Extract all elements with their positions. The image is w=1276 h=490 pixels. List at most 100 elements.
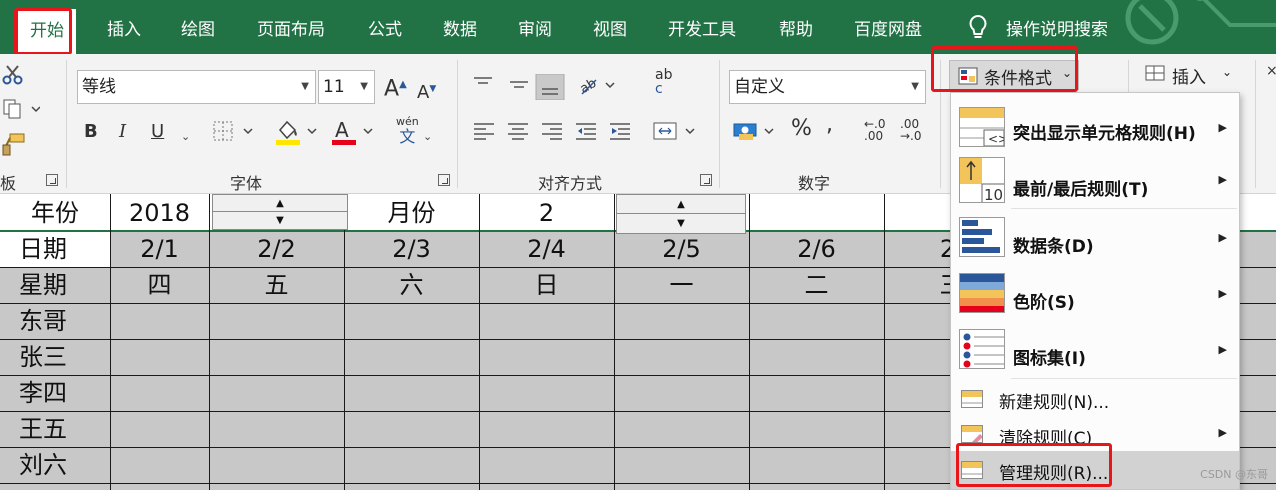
underline-button[interactable]: U <box>151 121 164 143</box>
tab-review[interactable]: 审阅 <box>518 0 552 54</box>
clipboard-launcher-icon[interactable] <box>46 174 58 186</box>
menu-separator <box>1011 208 1237 209</box>
lightbulb-icon[interactable] <box>968 14 988 46</box>
tab-view[interactable]: 视图 <box>593 0 627 54</box>
tab-baidu-netdisk[interactable]: 百度网盘 <box>854 0 922 54</box>
chevron-down-icon[interactable]: ⌄ <box>181 126 190 148</box>
watermark-text: CSDN @东哥 <box>1200 468 1268 481</box>
comma-style-button[interactable]: , <box>826 114 833 136</box>
spin-down-icon[interactable]: ▼ <box>213 212 347 229</box>
date-cell[interactable]: 2/5 <box>614 232 749 266</box>
name-cell[interactable]: 刘六 <box>0 448 98 482</box>
copy-icon[interactable] <box>2 98 41 126</box>
date-label-cell[interactable]: 日期 <box>0 232 98 266</box>
group-separator <box>66 60 67 188</box>
weekday-cell[interactable]: 一 <box>614 268 749 302</box>
date-cell[interactable]: 2/2 <box>209 232 344 266</box>
date-cell[interactable]: 2/4 <box>479 232 614 266</box>
submenu-arrow-icon: ▶ <box>1218 343 1227 356</box>
svg-text:<>: <> <box>988 132 1005 146</box>
menu-item-color-scales[interactable]: 色阶(S) ▶ <box>951 269 1239 325</box>
insert-cells-icon <box>1145 65 1165 81</box>
chevron-down-icon[interactable]: ⌄ <box>423 126 432 148</box>
borders-icon[interactable] <box>212 120 256 148</box>
tab-page-layout[interactable]: 页面布局 <box>257 0 325 54</box>
font-color-icon[interactable]: A <box>332 118 378 152</box>
tab-draw[interactable]: 绘图 <box>181 0 215 54</box>
month-value-cell[interactable]: 2 <box>479 196 614 230</box>
year-value-cell[interactable]: 2018 <box>110 196 209 230</box>
menu-item-new-rule[interactable]: 新建规则(N)... <box>951 381 1239 417</box>
align-left-icon[interactable] <box>472 120 636 148</box>
conditional-formatting-button[interactable]: 条件格式 ⌄ <box>949 60 1079 90</box>
fill-color-icon[interactable] <box>274 118 322 152</box>
tab-insert[interactable]: 插入 <box>107 0 141 54</box>
grow-font-icon[interactable]: A▲ <box>384 74 407 100</box>
percent-style-button[interactable]: % <box>791 118 812 140</box>
weekday-cell[interactable]: 日 <box>479 268 614 302</box>
tab-help[interactable]: 帮助 <box>779 0 813 54</box>
tab-developer[interactable]: 开发工具 <box>668 0 736 54</box>
year-label-cell[interactable]: 年份 <box>0 196 110 230</box>
search-label[interactable]: 操作说明搜索 <box>1006 0 1108 54</box>
orientation-icon[interactable]: ab <box>578 74 618 104</box>
shrink-font-icon[interactable]: A▼ <box>417 78 436 104</box>
increase-decimal-button[interactable]: ←.0 .00 <box>864 118 886 142</box>
spin-up-icon[interactable]: ▲ <box>617 195 745 214</box>
menu-item-highlight-cells-rules[interactable]: <> 突出显示单元格规则(H) ▶ <box>951 99 1239 155</box>
number-format-combo[interactable]: 自定义 ▼ <box>729 70 926 104</box>
tab-data[interactable]: 数据 <box>443 0 477 54</box>
manage-rules-icon <box>961 461 983 479</box>
month-label-cell[interactable]: 月份 <box>344 196 479 230</box>
submenu-arrow-icon: ▶ <box>1218 426 1227 439</box>
month-spinner[interactable]: ▲ ▼ <box>616 194 746 234</box>
number-format-value: 自定义 <box>734 77 785 97</box>
data-bars-icon <box>959 217 1005 257</box>
align-top-icon[interactable] <box>470 73 570 106</box>
date-cell[interactable]: 2/3 <box>344 232 479 266</box>
close-icon[interactable]: × <box>1266 60 1276 82</box>
menu-item-clear-rules[interactable]: 清除规则(C) ▶ <box>951 416 1239 452</box>
number-group-label: 数字 <box>798 174 831 193</box>
clear-rules-icon <box>961 425 983 443</box>
menu-item-label: 数据条(D) <box>1013 237 1094 257</box>
weekday-label-cell[interactable]: 星期 <box>0 268 98 302</box>
accounting-format-icon[interactable] <box>733 120 779 148</box>
name-cell[interactable]: 东哥 <box>0 304 98 338</box>
weekday-cell[interactable]: 四 <box>110 268 209 302</box>
font-group-label: 字体 <box>230 174 263 193</box>
format-painter-icon[interactable] <box>2 132 26 162</box>
font-launcher-icon[interactable] <box>438 174 450 186</box>
menu-item-icon-sets[interactable]: 图标集(I) ▶ <box>951 325 1239 381</box>
menu-item-data-bars[interactable]: 数据条(D) ▶ <box>951 213 1239 269</box>
color-scales-icon <box>959 273 1005 313</box>
weekday-cell[interactable]: 二 <box>749 268 884 302</box>
menu-item-manage-rules[interactable]: 管理规则(R)... <box>951 451 1239 489</box>
date-cell[interactable]: 2/6 <box>749 232 884 266</box>
italic-button[interactable]: I <box>119 121 126 143</box>
conditional-formatting-icon <box>958 67 978 85</box>
tab-formulas[interactable]: 公式 <box>368 0 402 54</box>
weekday-cell[interactable]: 六 <box>344 268 479 302</box>
spin-up-icon[interactable]: ▲ <box>213 195 347 212</box>
merge-center-icon[interactable] <box>652 120 702 148</box>
weekday-cell[interactable]: 五 <box>209 268 344 302</box>
menu-item-top-bottom-rules[interactable]: 10 最前/最后规则(T) ▶ <box>951 155 1239 211</box>
name-cell[interactable]: 张三 <box>0 340 98 374</box>
font-size-combo[interactable]: 11 ▼ <box>318 70 375 104</box>
alignment-launcher-icon[interactable] <box>700 174 712 186</box>
name-cell[interactable]: 李四 <box>0 376 98 410</box>
cut-icon[interactable] <box>2 64 24 92</box>
wrap-text-icon[interactable]: ab c <box>655 68 672 96</box>
year-spinner[interactable]: ▲ ▼ <box>212 194 348 230</box>
name-cell[interactable]: 王五 <box>0 412 98 446</box>
svg-text:10: 10 <box>984 186 1003 203</box>
group-separator <box>719 60 720 188</box>
tab-home[interactable]: 开始 <box>18 9 76 54</box>
font-name-combo[interactable]: 等线 ▼ <box>77 70 316 104</box>
date-cell[interactable]: 2/1 <box>110 232 209 266</box>
spin-down-icon[interactable]: ▼ <box>617 214 745 233</box>
phonetic-guide-icon[interactable]: wén 文 <box>396 116 419 146</box>
bold-button[interactable]: B <box>84 121 98 143</box>
decrease-decimal-button[interactable]: .00 →.0 <box>900 118 922 142</box>
